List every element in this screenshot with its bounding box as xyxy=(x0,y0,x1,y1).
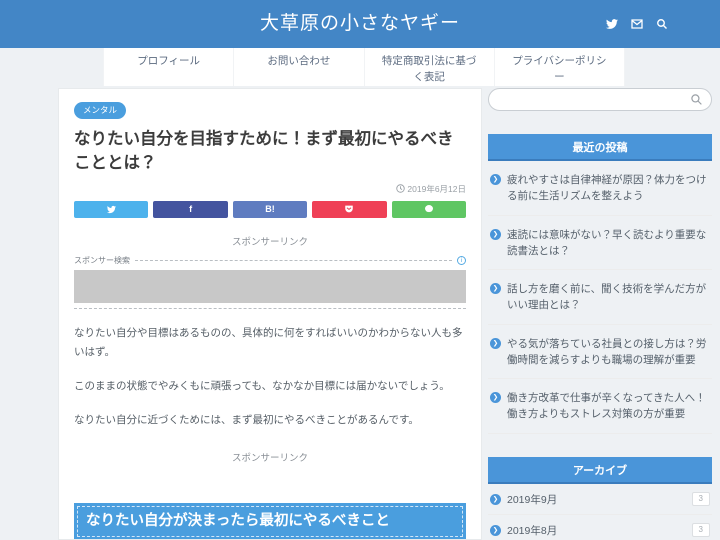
section-heading: なりたい自分が決まったら最初にやるべきこと xyxy=(74,503,466,539)
hatena-icon: B! xyxy=(265,203,275,214)
archive-count-badge: 3 xyxy=(691,492,710,507)
recent-post-label: 働き方改革で仕事が辛くなってきた人へ！働き方よりもストレス対策の方が重要 xyxy=(507,392,706,421)
share-twitter-button[interactable] xyxy=(74,200,149,218)
post-date: 2019年6月12日 xyxy=(74,183,466,195)
sidebar: 最近の投稿 ❯ 疲れやすさは自律神経が原因？体力をつける前に生活リズムを整えよう… xyxy=(488,88,712,540)
header-icons xyxy=(606,0,668,48)
ad-block: スポンサー検索 i xyxy=(74,255,466,309)
search-box xyxy=(488,88,712,111)
search-icon[interactable] xyxy=(656,18,668,30)
recent-post-item[interactable]: ❯ 疲れやすさは自律神経が原因？体力をつける前に生活リズムを整えよう xyxy=(488,161,712,216)
arrow-circle-icon: ❯ xyxy=(490,392,501,404)
recent-posts-list: ❯ 疲れやすさは自律神経が原因？体力をつける前に生活リズムを整えよう ❯ 速読に… xyxy=(488,161,712,434)
arrow-circle-icon: ❯ xyxy=(490,283,501,295)
recent-post-item[interactable]: ❯ 速読には意味がない？早く読むより重要な読書法とは？ xyxy=(488,216,712,271)
nav-item-profile[interactable]: プロフィール xyxy=(103,48,233,86)
clock-icon xyxy=(396,184,406,194)
sponsor-link-label-bottom: スポンサーリンク xyxy=(231,453,308,465)
share-facebook-button[interactable]: f xyxy=(153,200,228,218)
share-buttons: f B! xyxy=(74,200,467,218)
nav-item-contact[interactable]: お問い合わせ xyxy=(233,48,363,86)
archive-count-badge: 3 xyxy=(691,523,710,538)
article-title: なりたい自分を目指すために！まず最初にやるべきこととは？ xyxy=(74,130,454,172)
site-header: 大草原の小さなヤギー xyxy=(0,0,720,48)
recent-post-label: 速読には意味がない？早く読むより重要な読書法とは？ xyxy=(507,228,707,257)
recent-post-item[interactable]: ❯ 話し方を磨く前に、聞く技術を学んだ方がいい理由とは？ xyxy=(488,270,712,325)
facebook-icon: f xyxy=(189,203,193,214)
recent-posts-title: 最近の投稿 xyxy=(488,134,712,161)
post-date-text: 2019年6月12日 xyxy=(407,183,466,194)
recent-post-label: 疲れやすさは自律神経が原因？体力をつける前に生活リズムを整えよう xyxy=(507,174,707,203)
archive-title: アーカイブ xyxy=(488,456,712,484)
recent-post-item[interactable]: ❯ 働き方改革で仕事が辛くなってきた人へ！働き方よりもストレス対策の方が重要 xyxy=(488,379,712,434)
arrow-circle-icon: ❯ xyxy=(490,228,501,240)
nav-item-commerce-law[interactable]: 特定商取引法に基づく表記 xyxy=(363,48,494,86)
share-pocket-button[interactable] xyxy=(312,200,387,218)
article-card: メンタル なりたい自分を目指すために！まず最初にやるべきこととは？ 2019年6… xyxy=(58,88,482,540)
recent-post-item[interactable]: ❯ やる気が落ちている社員との接し方は？労働時間を減らすよりも職場の理解が重要 xyxy=(488,325,712,380)
mail-icon[interactable] xyxy=(631,18,643,30)
archive-item[interactable]: ❯ 2019年9月 3 xyxy=(488,484,712,515)
article-paragraph: このままの状態でやみくもに頑張っても、なかなか目標には届かないでしょう。 xyxy=(74,379,450,392)
recent-post-label: 話し方を磨く前に、聞く技術を学んだ方がいい理由とは？ xyxy=(507,283,707,312)
pocket-icon xyxy=(345,206,354,213)
line-icon xyxy=(424,205,433,213)
arrow-circle-icon: ❯ xyxy=(490,337,501,349)
article-paragraph: なりたい自分や目標はあるものの、具体的に何をすればいいのかわからない人も多いはず… xyxy=(74,326,463,358)
ad-info-icon[interactable]: i xyxy=(457,255,466,265)
category-badge[interactable]: メンタル xyxy=(74,102,127,119)
archive-item[interactable]: ❯ 2019年8月 3 xyxy=(488,515,712,540)
twitter-icon xyxy=(106,205,116,213)
nav-menu: プロフィール お問い合わせ 特定商取引法に基づく表記 プライバシーポリシー xyxy=(103,48,625,86)
archive-label: 2019年8月 xyxy=(507,524,558,537)
arrow-circle-icon: ❯ xyxy=(490,493,501,505)
share-line-button[interactable] xyxy=(391,200,467,218)
ad-placeholder[interactable] xyxy=(74,269,466,303)
nav-item-privacy-policy[interactable]: プライバシーポリシー xyxy=(493,48,625,86)
sponsor-link-label-top: スポンサーリンク xyxy=(231,236,308,248)
recent-post-label: やる気が落ちている社員との接し方は？労働時間を減らすよりも職場の理解が重要 xyxy=(507,337,707,366)
archive-list: ❯ 2019年9月 3 ❯ 2019年8月 3 ❯ 2019年7月 12 ❯ 2… xyxy=(488,484,712,540)
ad-header: スポンサー検索 i xyxy=(74,255,466,266)
search-input[interactable] xyxy=(488,88,712,111)
main-nav: プロフィール お問い合わせ 特定商取引法に基づく表記 プライバシーポリシー xyxy=(0,48,720,86)
search-icon[interactable] xyxy=(690,93,703,106)
ad-label: スポンサー検索 xyxy=(74,255,130,265)
arrow-circle-icon: ❯ xyxy=(490,174,501,185)
article-paragraph: なりたい自分に近づくためには、まず最初にやるべきことがあるんです。 xyxy=(74,413,419,426)
arrow-circle-icon: ❯ xyxy=(490,524,501,536)
twitter-icon[interactable] xyxy=(606,18,618,30)
ad-divider xyxy=(135,259,452,261)
archive-label: 2019年9月 xyxy=(507,493,558,506)
share-hatena-button[interactable]: B! xyxy=(232,200,308,218)
ad-bottom-divider xyxy=(74,307,466,309)
